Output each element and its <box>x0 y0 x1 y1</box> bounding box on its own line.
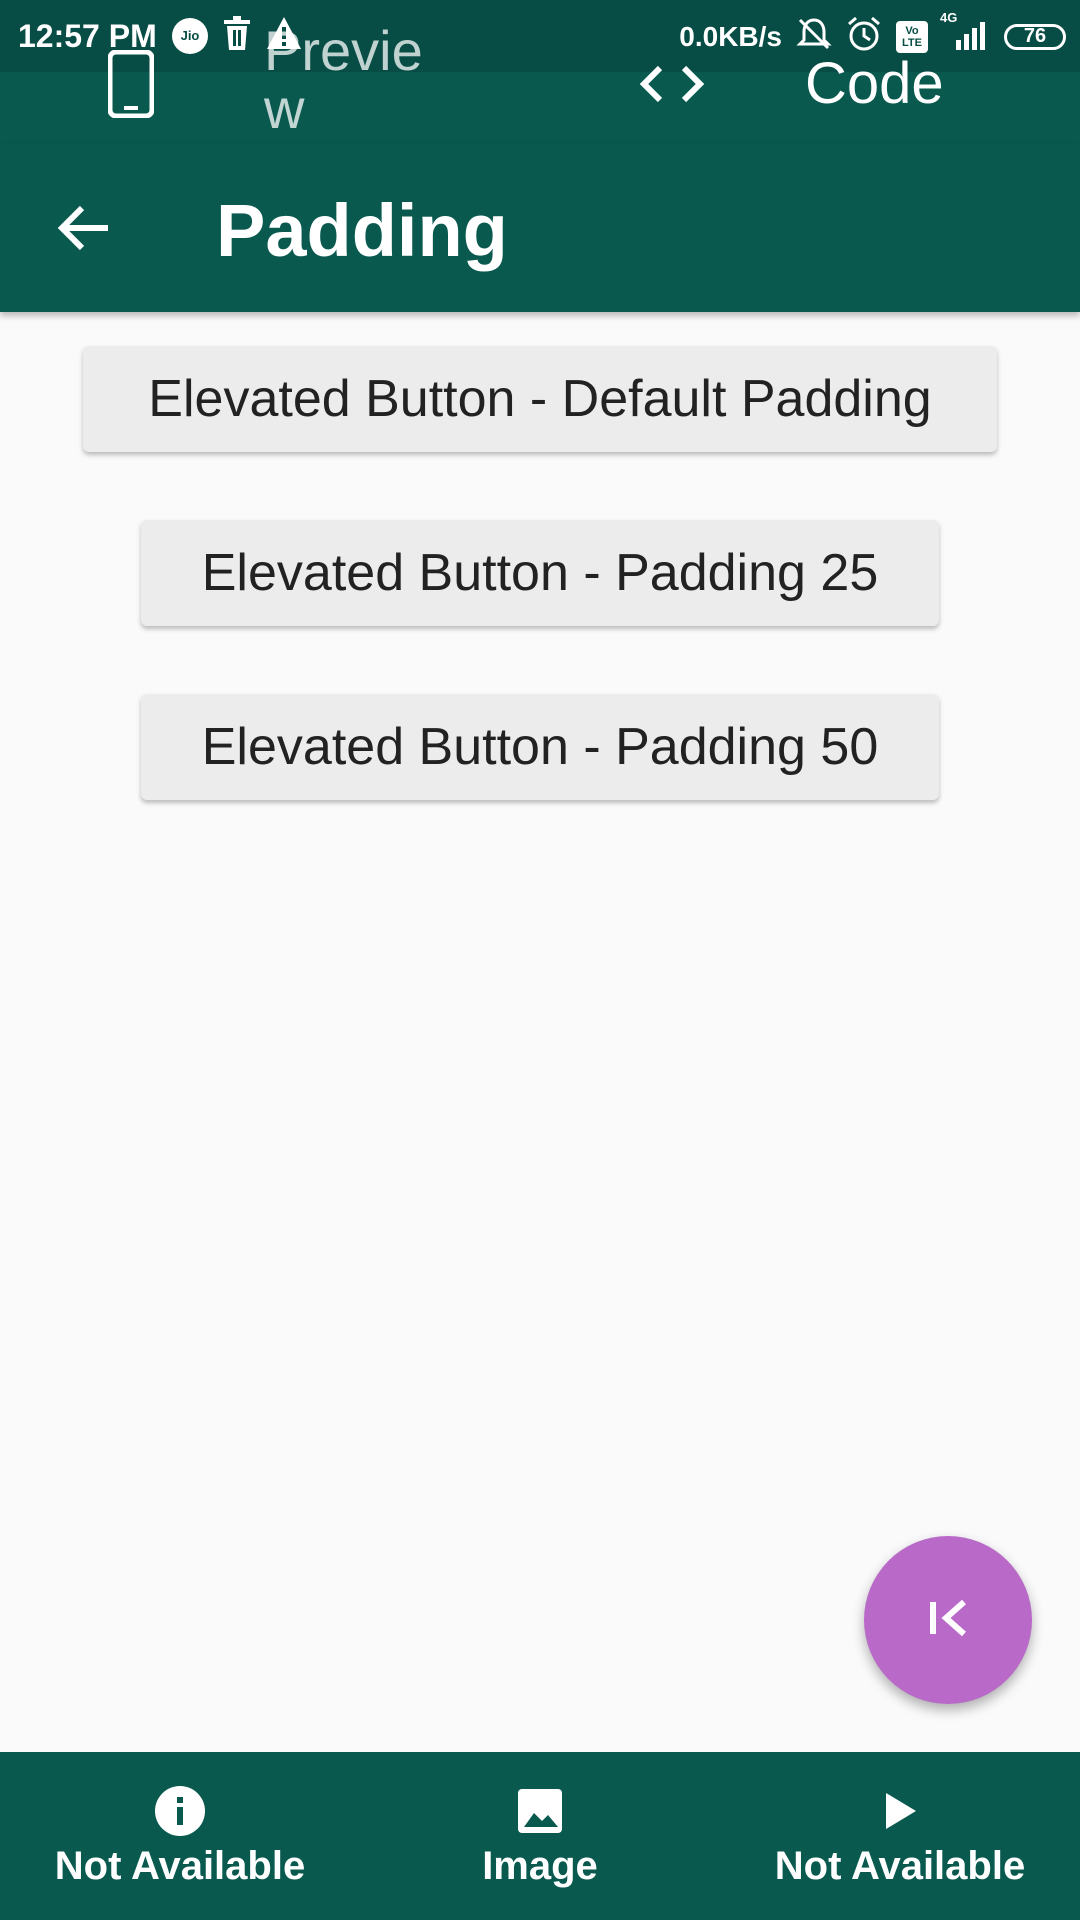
nav-item-image[interactable]: Image <box>400 1752 680 1920</box>
volte-label: Vo LTE <box>902 24 922 49</box>
button-label: Elevated Button - Padding 50 <box>201 718 879 776</box>
tab-preview[interactable]: Preview <box>264 22 454 138</box>
bottom-nav: Not Available Image Not Available <box>0 1752 1080 1920</box>
button-label: Elevated Button - Padding 25 <box>201 544 879 602</box>
nav-label: Not Available <box>774 1844 1026 1888</box>
phone-icon[interactable] <box>107 49 155 123</box>
elevated-button-default-padding[interactable]: Elevated Button - Default Padding <box>83 346 997 452</box>
arrow-back-icon[interactable] <box>56 200 112 261</box>
nav-label: Not Available <box>54 1844 306 1888</box>
nav-item-info[interactable]: Not Available <box>40 1752 320 1920</box>
code-brackets-icon[interactable] <box>639 64 705 109</box>
elevated-button-padding-50[interactable]: Elevated Button - Padding 50 <box>141 694 939 800</box>
button-label: Elevated Button - Default Padding <box>148 370 932 428</box>
network-speed: 0.0KB/s <box>679 20 782 52</box>
image-icon <box>516 1786 564 1836</box>
play-icon <box>880 1786 920 1836</box>
battery-icon: 76 <box>1004 23 1066 50</box>
volte-icon: Vo LTE <box>896 20 928 53</box>
first-page-icon <box>926 1596 970 1645</box>
first-page-fab[interactable] <box>864 1536 1032 1704</box>
tab-code[interactable]: Code <box>805 50 944 117</box>
jio-icon: Jio <box>172 17 208 54</box>
app-bar: Padding <box>0 144 1080 312</box>
page-title: Padding <box>216 189 508 272</box>
signal-icon: 4G <box>940 10 990 55</box>
elevated-button-padding-25[interactable]: Elevated Button - Padding 25 <box>141 520 939 626</box>
network-type-label: 4G <box>940 10 958 25</box>
preview-code-tabbar: Preview Code <box>0 22 1080 144</box>
info-icon <box>154 1786 206 1836</box>
trash-icon <box>222 16 252 55</box>
battery-level: 76 <box>1023 25 1047 47</box>
nav-item-play[interactable]: Not Available <box>760 1752 1040 1920</box>
jio-label: Jio <box>180 28 200 43</box>
nav-label: Image <box>482 1844 598 1888</box>
